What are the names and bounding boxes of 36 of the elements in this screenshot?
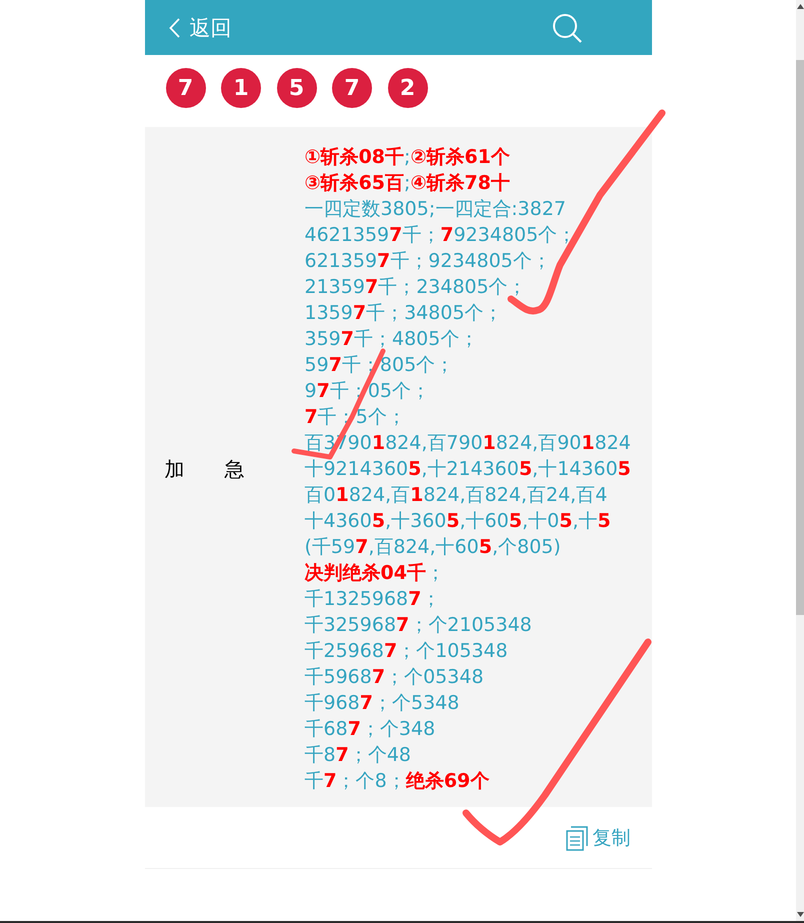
- scroll-down-arrow-icon[interactable]: [796, 912, 804, 917]
- scroll-up-arrow-icon[interactable]: [796, 4, 804, 9]
- prediction-line: 3597千；4805个；: [304, 327, 480, 352]
- prediction-line: 千9687；个5348: [304, 691, 460, 716]
- prediction-line: 46213597千；79234805个；: [304, 223, 578, 248]
- prediction-line: (千597,百824,十605,个805): [304, 535, 562, 560]
- category-label: 加 急: [164, 456, 244, 482]
- scrollbar-thumb[interactable]: [796, 60, 804, 615]
- number-ball: 1: [221, 68, 261, 108]
- search-icon[interactable]: [552, 12, 582, 42]
- prediction-line: 213597千；234805个；: [304, 275, 528, 300]
- prediction-line: 千59687；个05348: [304, 665, 485, 690]
- prediction-line: 千3259687；个2105348: [304, 613, 533, 638]
- prediction-line: 决判绝杀04千；: [304, 561, 446, 586]
- prediction-line: ①斩杀08千;②斩杀61个: [304, 145, 511, 170]
- number-ball: 5: [276, 68, 316, 108]
- prediction-line: 千87；个48: [304, 743, 412, 768]
- number-ball: 7: [166, 68, 206, 108]
- scrollbar[interactable]: [796, 0, 804, 921]
- back-chevron-icon: [168, 18, 180, 38]
- prediction-line: 千259687；个105348: [304, 639, 509, 664]
- number-ball: 2: [388, 68, 428, 108]
- prediction-line: ③斩杀65百;④斩杀78十: [304, 171, 511, 196]
- prediction-line: 千687；个348: [304, 717, 436, 742]
- document-icon: [566, 826, 588, 850]
- prediction-line: 千7；个8；绝杀69个: [304, 769, 490, 794]
- prediction-line: 十43605,十3605,十605,十05,十5: [304, 509, 612, 534]
- prediction-line: 十92143605,十2143605,十143605: [304, 457, 632, 482]
- prediction-line: 百01824,百1824,百824,百24,百4: [304, 483, 608, 508]
- copy-button[interactable]: 复制: [566, 825, 630, 851]
- prediction-line: 13597千；34805个；: [304, 301, 504, 326]
- prediction-line: 6213597千；9234805个；: [304, 249, 552, 274]
- number-ball: 7: [332, 68, 372, 108]
- prediction-line: 一四定数3805;一四定合:3827: [304, 197, 568, 222]
- back-button[interactable]: 返回: [164, 10, 236, 46]
- prediction-line: 千13259687；: [304, 587, 442, 612]
